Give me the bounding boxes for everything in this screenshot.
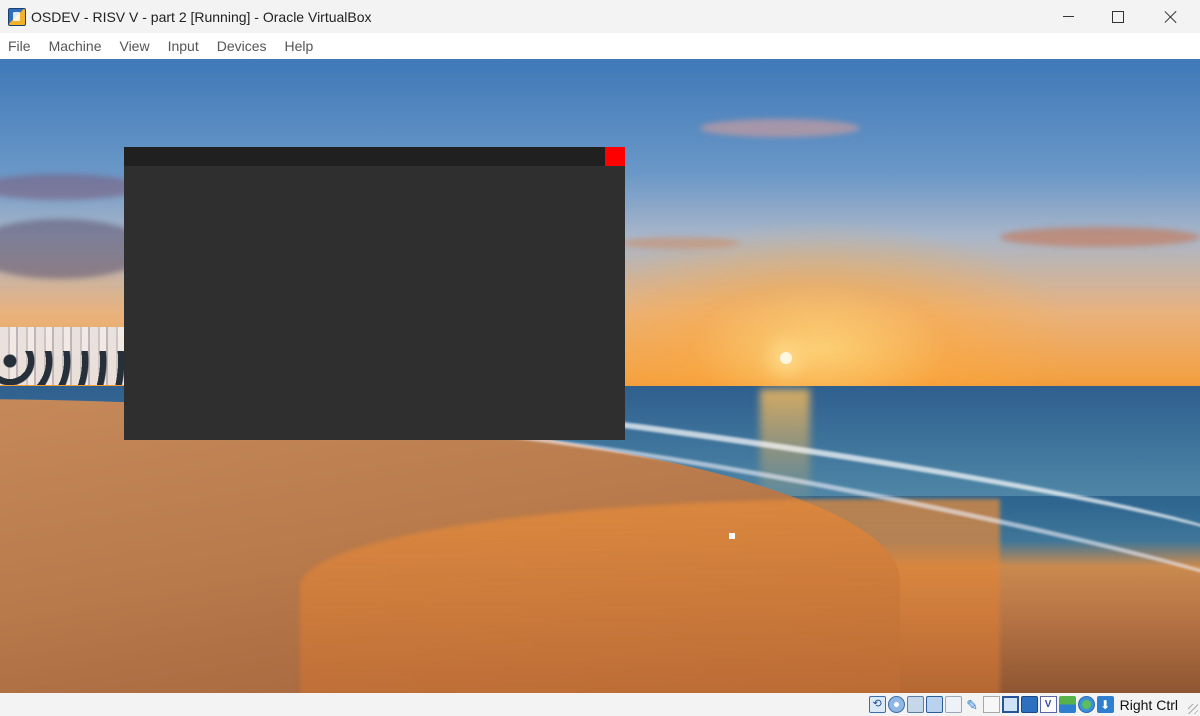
menu-input[interactable]: Input [168,38,199,54]
mouse-integration-icon[interactable] [1077,696,1095,713]
recording-icon[interactable] [1020,696,1038,713]
maximize-button[interactable] [1095,0,1141,33]
mouse-cursor [729,533,735,539]
vm-display[interactable] [0,59,1200,693]
cloud [1000,227,1200,247]
cpu-icon[interactable] [1058,696,1076,713]
host-key-label: Right Ctrl [1119,696,1178,713]
cloud [620,237,740,249]
menu-view[interactable]: View [119,38,149,54]
close-button[interactable] [1148,0,1194,33]
folder-icon[interactable] [982,696,1000,713]
menu-bar: File Machine View Input Devices Help [0,33,1200,59]
palm-trees [0,351,124,385]
menu-file[interactable]: File [8,38,31,54]
window-title: OSDEV - RISV V - part 2 [Running] - Orac… [31,9,372,25]
usb-icon[interactable] [944,696,962,713]
menu-machine[interactable]: Machine [49,38,102,54]
hard-disk-icon[interactable]: ⟲ [868,696,886,713]
maximize-icon [1112,10,1124,23]
menu-help[interactable]: Help [285,38,314,54]
shared-folders-icon[interactable]: ✎ [964,696,981,713]
display-icon[interactable] [1001,696,1019,713]
minimize-icon [1062,16,1074,17]
guest-window-close-button[interactable] [605,147,625,166]
guest-additions-icon[interactable]: V [1039,696,1057,713]
host-key-icon[interactable]: ⬇ [1096,696,1114,713]
guest-window-titlebar[interactable] [124,147,625,166]
minimize-button[interactable] [1045,0,1091,33]
sun [780,352,792,364]
window-titlebar[interactable]: OSDEV - RISV V - part 2 [Running] - Orac… [0,0,1200,33]
status-bar: ⟲ ✎ V ⬇ Right Ctrl [0,693,1200,716]
guest-window[interactable] [124,147,625,440]
audio-icon[interactable] [906,696,924,713]
optical-drive-icon[interactable] [887,696,905,713]
close-icon [1164,10,1178,24]
network-icon[interactable] [925,696,943,713]
virtualbox-app-icon [8,8,26,26]
menu-devices[interactable]: Devices [217,38,267,54]
cloud [700,119,860,137]
resize-grip[interactable] [1188,704,1198,714]
cloud [0,174,140,200]
